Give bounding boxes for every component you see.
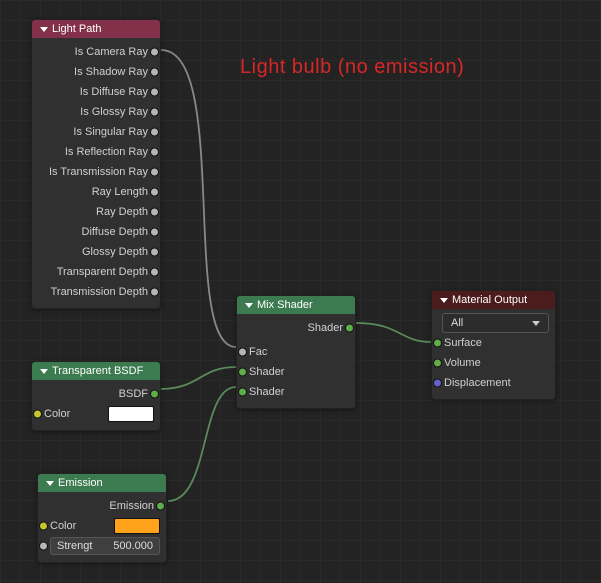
node-header[interactable]: Material Output [432,291,555,309]
input-label: Color [50,520,76,532]
input-label: Volume [444,357,481,369]
output-label: Is Shadow Ray [74,66,148,78]
strength-field[interactable]: Strengt 500.000 [50,537,160,555]
output-label: BSDF [119,388,148,400]
output-socket[interactable] [345,324,354,333]
collapse-icon [46,481,54,486]
collapse-icon [440,298,448,303]
output-label: Is Glossy Ray [80,106,148,118]
input-label: Displacement [444,377,511,389]
node-header[interactable]: Light Path [32,20,160,38]
output-label: Is Camera Ray [75,46,148,58]
node-mix-shader[interactable]: Mix Shader Shader Fac Shader Shader [236,295,356,409]
output-socket[interactable] [150,48,159,57]
input-label: Surface [444,337,482,349]
node-title: Emission [58,477,103,489]
select-value: All [451,317,463,329]
output-label: Diffuse Depth [82,226,148,238]
collapse-icon [245,303,253,308]
output-label: Shader [308,322,343,334]
output-socket[interactable] [150,128,159,137]
output-socket[interactable] [150,228,159,237]
input-socket[interactable] [433,339,442,348]
color-swatch[interactable] [114,518,160,534]
output-label: Ray Depth [96,206,148,218]
field-value: 500.000 [113,540,153,552]
collapse-icon [40,369,48,374]
node-title: Transparent BSDF [52,365,143,377]
output-label: Ray Length [92,186,148,198]
output-label: Emission [109,500,154,512]
output-socket[interactable] [150,188,159,197]
output-socket[interactable] [150,108,159,117]
input-label: Color [44,408,70,420]
chevron-down-icon [532,321,540,326]
output-socket[interactable] [150,68,159,77]
input-socket[interactable] [39,542,48,551]
output-socket[interactable] [150,168,159,177]
output-label: Is Reflection Ray [65,146,148,158]
output-socket[interactable] [150,390,159,399]
target-select[interactable]: All [442,313,549,333]
node-header[interactable]: Emission [38,474,166,492]
node-light-path[interactable]: Light Path Is Camera Ray Is Shadow Ray I… [31,19,161,309]
field-label: Strengt [57,540,92,552]
output-socket[interactable] [150,208,159,217]
input-label: Shader [249,366,284,378]
input-socket[interactable] [39,522,48,531]
input-socket[interactable] [238,388,247,397]
annotation-text: Light bulb (no emission) [240,56,464,79]
output-label: Is Singular Ray [73,126,148,138]
node-material-output[interactable]: Material Output All Surface Volume Displ… [431,290,556,400]
node-header[interactable]: Mix Shader [237,296,355,314]
input-socket[interactable] [433,359,442,368]
output-label: Transmission Depth [51,286,148,298]
output-label: Is Transmission Ray [49,166,148,178]
node-title: Light Path [52,23,102,35]
node-title: Mix Shader [257,299,313,311]
node-transparent-bsdf[interactable]: Transparent BSDF BSDF Color [31,361,161,431]
output-label: Transparent Depth [57,266,148,278]
output-socket[interactable] [150,268,159,277]
output-socket[interactable] [156,502,165,511]
output-socket[interactable] [150,88,159,97]
node-title: Material Output [452,294,527,306]
input-socket[interactable] [238,348,247,357]
node-header[interactable]: Transparent BSDF [32,362,160,380]
node-emission[interactable]: Emission Emission Color Strengt 500.000 [37,473,167,563]
output-socket[interactable] [150,248,159,257]
input-socket[interactable] [33,410,42,419]
output-socket[interactable] [150,288,159,297]
input-socket[interactable] [238,368,247,377]
input-socket[interactable] [433,379,442,388]
collapse-icon [40,27,48,32]
color-swatch[interactable] [108,406,154,422]
output-socket[interactable] [150,148,159,157]
input-label: Shader [249,386,284,398]
output-label: Is Diffuse Ray [80,86,148,98]
output-label: Glossy Depth [82,246,148,258]
input-label: Fac [249,346,267,358]
